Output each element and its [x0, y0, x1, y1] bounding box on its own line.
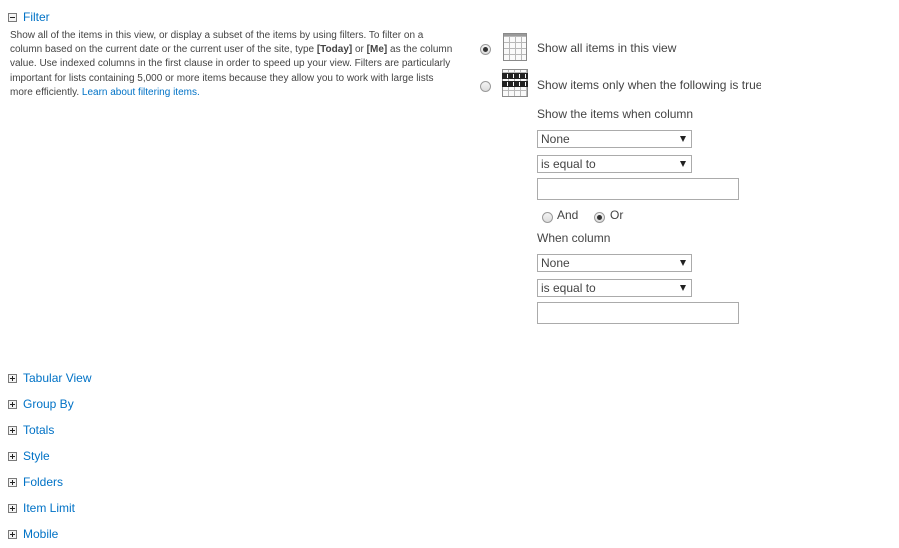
section-tabular-view-label[interactable]: Tabular View	[23, 371, 91, 385]
today-token: [Today]	[316, 44, 353, 56]
section-filter-label[interactable]: Filter	[23, 10, 50, 24]
expand-plus-icon[interactable]	[8, 451, 17, 461]
clause1-operator-value: is equal to	[541, 157, 596, 171]
or-radio[interactable]	[594, 212, 605, 223]
chevron-down-icon	[680, 136, 686, 142]
section-mobile-label[interactable]: Mobile	[23, 527, 58, 541]
show-filtered-label[interactable]: Show items only when the following is tr…	[537, 78, 761, 92]
clause1-value-input[interactable]	[537, 178, 739, 200]
section-folders-label[interactable]: Folders	[23, 475, 63, 489]
section-filter-header[interactable]: Filter	[8, 9, 50, 25]
clause2-column-select[interactable]: None	[537, 254, 692, 272]
and-label[interactable]: And	[557, 208, 578, 222]
chevron-down-icon	[680, 285, 686, 291]
collapse-minus-icon[interactable]	[8, 12, 17, 22]
learn-filtering-link[interactable]: Learn about filtering items.	[82, 87, 200, 98]
section-totals-header[interactable]: Totals	[8, 422, 54, 438]
expand-plus-icon[interactable]	[8, 477, 17, 487]
expand-plus-icon[interactable]	[8, 425, 17, 435]
section-mobile-header[interactable]: Mobile	[8, 526, 58, 542]
section-item-limit-label[interactable]: Item Limit	[23, 501, 75, 515]
grid-icon	[503, 33, 527, 61]
show-all-radio[interactable]	[480, 44, 491, 55]
clause1-operator-select[interactable]: is equal to	[537, 155, 692, 173]
expand-plus-icon[interactable]	[8, 529, 17, 539]
section-style-header[interactable]: Style	[8, 448, 50, 464]
section-group-by-header[interactable]: Group By	[8, 396, 74, 412]
chevron-down-icon	[680, 161, 686, 167]
section-folders-header[interactable]: Folders	[8, 474, 63, 490]
clause1-column-value: None	[541, 132, 570, 146]
show-filtered-radio[interactable]	[480, 81, 491, 92]
and-radio[interactable]	[542, 212, 553, 223]
clause2-value-input[interactable]	[537, 302, 739, 324]
expand-plus-icon[interactable]	[8, 503, 17, 513]
section-totals-label[interactable]: Totals	[23, 423, 54, 437]
section-group-by-label[interactable]: Group By	[23, 397, 74, 411]
section-item-limit-header[interactable]: Item Limit	[8, 500, 75, 516]
view-settings-page: Filter Show all of the items in this vie…	[0, 0, 899, 548]
clause2-heading: When column	[537, 231, 611, 245]
clause2-operator-value: is equal to	[541, 281, 596, 295]
clause1-heading: Show the items when column	[537, 107, 694, 121]
me-token: [Me]	[366, 44, 388, 56]
filter-description: Show all of the items in this view, or d…	[10, 29, 458, 100]
show-all-label[interactable]: Show all items in this view	[537, 41, 676, 55]
expand-plus-icon[interactable]	[8, 373, 17, 383]
filter-grid-icon	[502, 69, 528, 97]
filter-description-or: or	[352, 44, 367, 56]
chevron-down-icon	[680, 260, 686, 266]
expand-plus-icon[interactable]	[8, 399, 17, 409]
or-label[interactable]: Or	[610, 208, 623, 222]
clause2-operator-select[interactable]: is equal to	[537, 279, 692, 297]
clause1-column-select[interactable]: None	[537, 130, 692, 148]
clause2-column-value: None	[541, 256, 570, 270]
section-style-label[interactable]: Style	[23, 449, 50, 463]
section-tabular-view-header[interactable]: Tabular View	[8, 370, 91, 386]
